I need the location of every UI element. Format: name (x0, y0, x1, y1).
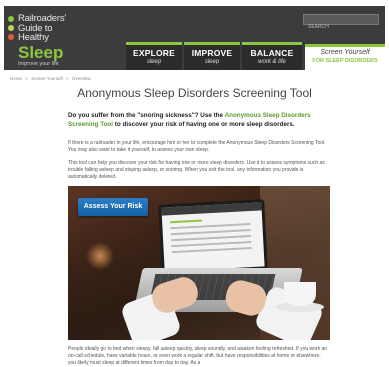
screen-yourself-tab[interactable]: Screen Yourself FOR SLEEP DISORDERS (305, 44, 385, 70)
nav-balance[interactable]: BALANCE work & life (242, 42, 302, 70)
nav-improve-title: IMPROVE (191, 48, 233, 58)
breadcrumb: Home > Screen Yourself > Overview (10, 76, 93, 81)
site-header: Railroaders' Guide to Healthy Sleep Impr… (4, 6, 385, 70)
nav-balance-sub: work & life (258, 59, 286, 65)
logo-dots-icon (8, 16, 16, 43)
nav-explore[interactable]: EXPLORE sleep (126, 42, 182, 70)
logo-line-3: Healthy (18, 32, 49, 43)
coffee-cup-image (284, 282, 316, 306)
page-title: Anonymous Sleep Disorders Screening Tool (77, 86, 312, 100)
search-box (303, 14, 379, 32)
breadcrumb-separator: > (65, 76, 69, 81)
lead-text: Do you suffer from the "snoring sickness… (68, 112, 224, 119)
nav-explore-title: EXPLORE (132, 48, 176, 58)
lead-paragraph: Do you suffer from the "snoring sickness… (68, 112, 330, 129)
screen-tab-title: Screen Yourself (320, 49, 370, 56)
logo-tagline: Improve your life (18, 60, 59, 67)
lead-end: to discover your risk of having one or m… (114, 120, 295, 128)
breadcrumb-home[interactable]: Home (10, 76, 22, 81)
assess-your-risk-button[interactable]: Assess Your Risk (78, 198, 148, 216)
nav-balance-title: BALANCE (250, 48, 294, 58)
nav-improve[interactable]: IMPROVE sleep (184, 42, 240, 70)
body-paragraph: People ideally go to bed when sleepy, fa… (68, 346, 328, 366)
laptop-screen-image (158, 199, 268, 275)
breadcrumb-current: Overview (71, 76, 91, 81)
breadcrumb-separator: > (25, 76, 28, 81)
site-logo[interactable]: Railroaders' Guide to Healthy Sleep Impr… (8, 14, 98, 66)
page-frame: Railroaders' Guide to Healthy Sleep Impr… (0, 0, 389, 367)
breadcrumb-screen-yourself[interactable]: Screen Yourself (31, 76, 63, 81)
search-input[interactable] (304, 22, 378, 32)
hero-image[interactable]: Assess Your Risk (68, 186, 330, 340)
main-nav: EXPLORE sleep IMPROVE sleep BALANCE work… (126, 42, 304, 70)
logo-line-4: Sleep (18, 42, 64, 62)
nav-improve-sub: sleep (204, 59, 220, 65)
screen-tab-subtitle: FOR SLEEP DISORDERS (312, 58, 378, 64)
description-paragraph: This tool can help you discover your ris… (68, 160, 325, 180)
nav-explore-sub: sleep (146, 59, 162, 65)
intro-paragraph: If there is a railroader in your life, e… (68, 140, 326, 153)
